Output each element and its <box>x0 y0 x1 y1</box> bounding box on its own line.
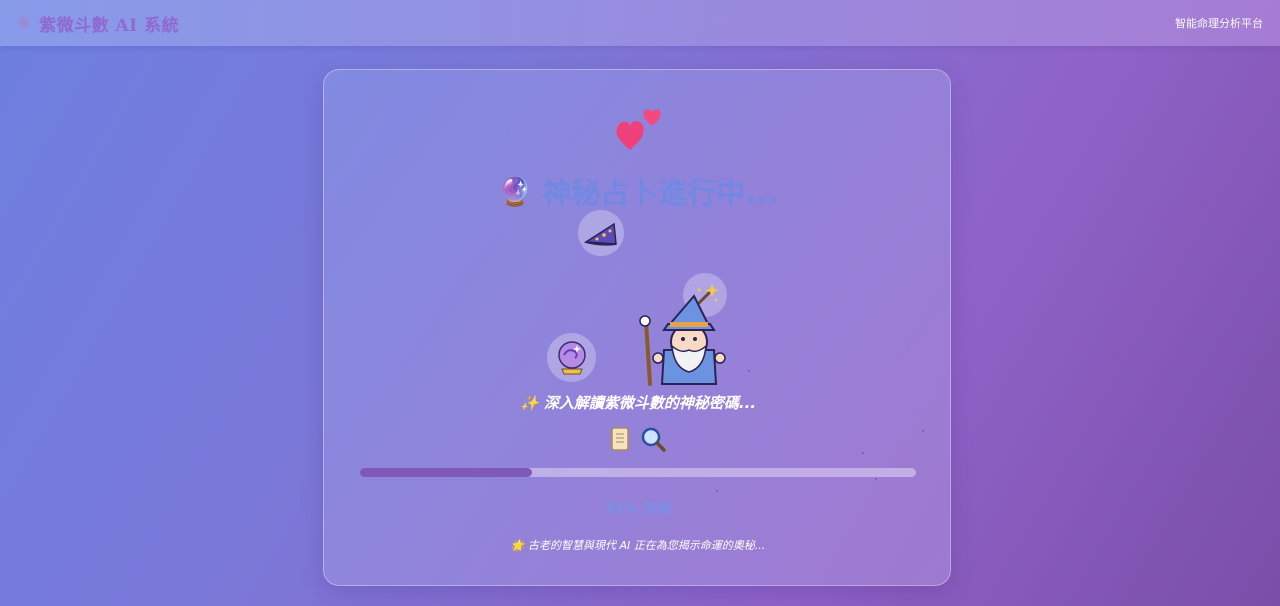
brand[interactable]: ✺ 紫微斗數 AI 系統 <box>16 11 179 36</box>
sparkle-dot <box>922 430 924 432</box>
hearts-icon <box>616 109 661 150</box>
hat-bubble <box>578 210 624 256</box>
progress-bar <box>360 468 916 477</box>
tool-icons <box>608 426 666 452</box>
loading-subtitle: ✨ 深入解讀紫微斗數的神秘密碼... <box>520 394 756 412</box>
loading-card: 🔮 神秘占卜進行中... ✨ 深入解讀紫微斗數的神秘密碼... 31% 完成 🌟… <box>323 69 951 586</box>
crystal-ball-icon <box>557 340 586 374</box>
progress-text: 31% 完成 <box>604 501 672 517</box>
wizard-icon <box>639 294 726 386</box>
wizard-hat-icon <box>584 222 617 246</box>
brand-title: 紫微斗數 AI 系統 <box>39 15 180 36</box>
sparkle-dot <box>862 452 864 454</box>
sparkle-dot <box>716 490 718 492</box>
page-title: 神秘占卜進行中... <box>542 176 779 210</box>
platform-label: 智能命理分析平台 <box>1175 17 1263 30</box>
sparkle-dot <box>748 370 750 372</box>
title-row: 🔮 神秘占卜進行中... <box>324 170 952 212</box>
sparkle-icon: ✺ <box>16 12 32 34</box>
ball-bubble <box>547 333 596 382</box>
magnifier-icon <box>641 427 666 452</box>
sparkle-dot <box>875 478 877 480</box>
scroll-icon <box>611 427 629 451</box>
progress-fill <box>360 468 533 477</box>
crystal-ball-icon: 🔮 <box>497 174 533 208</box>
footer-message: 🌟 古老的智慧與現代 AI 正在為您揭示命運的奧秘... <box>510 539 766 552</box>
top-navbar: ✺ 紫微斗數 AI 系統 智能命理分析平台 <box>0 0 1280 46</box>
